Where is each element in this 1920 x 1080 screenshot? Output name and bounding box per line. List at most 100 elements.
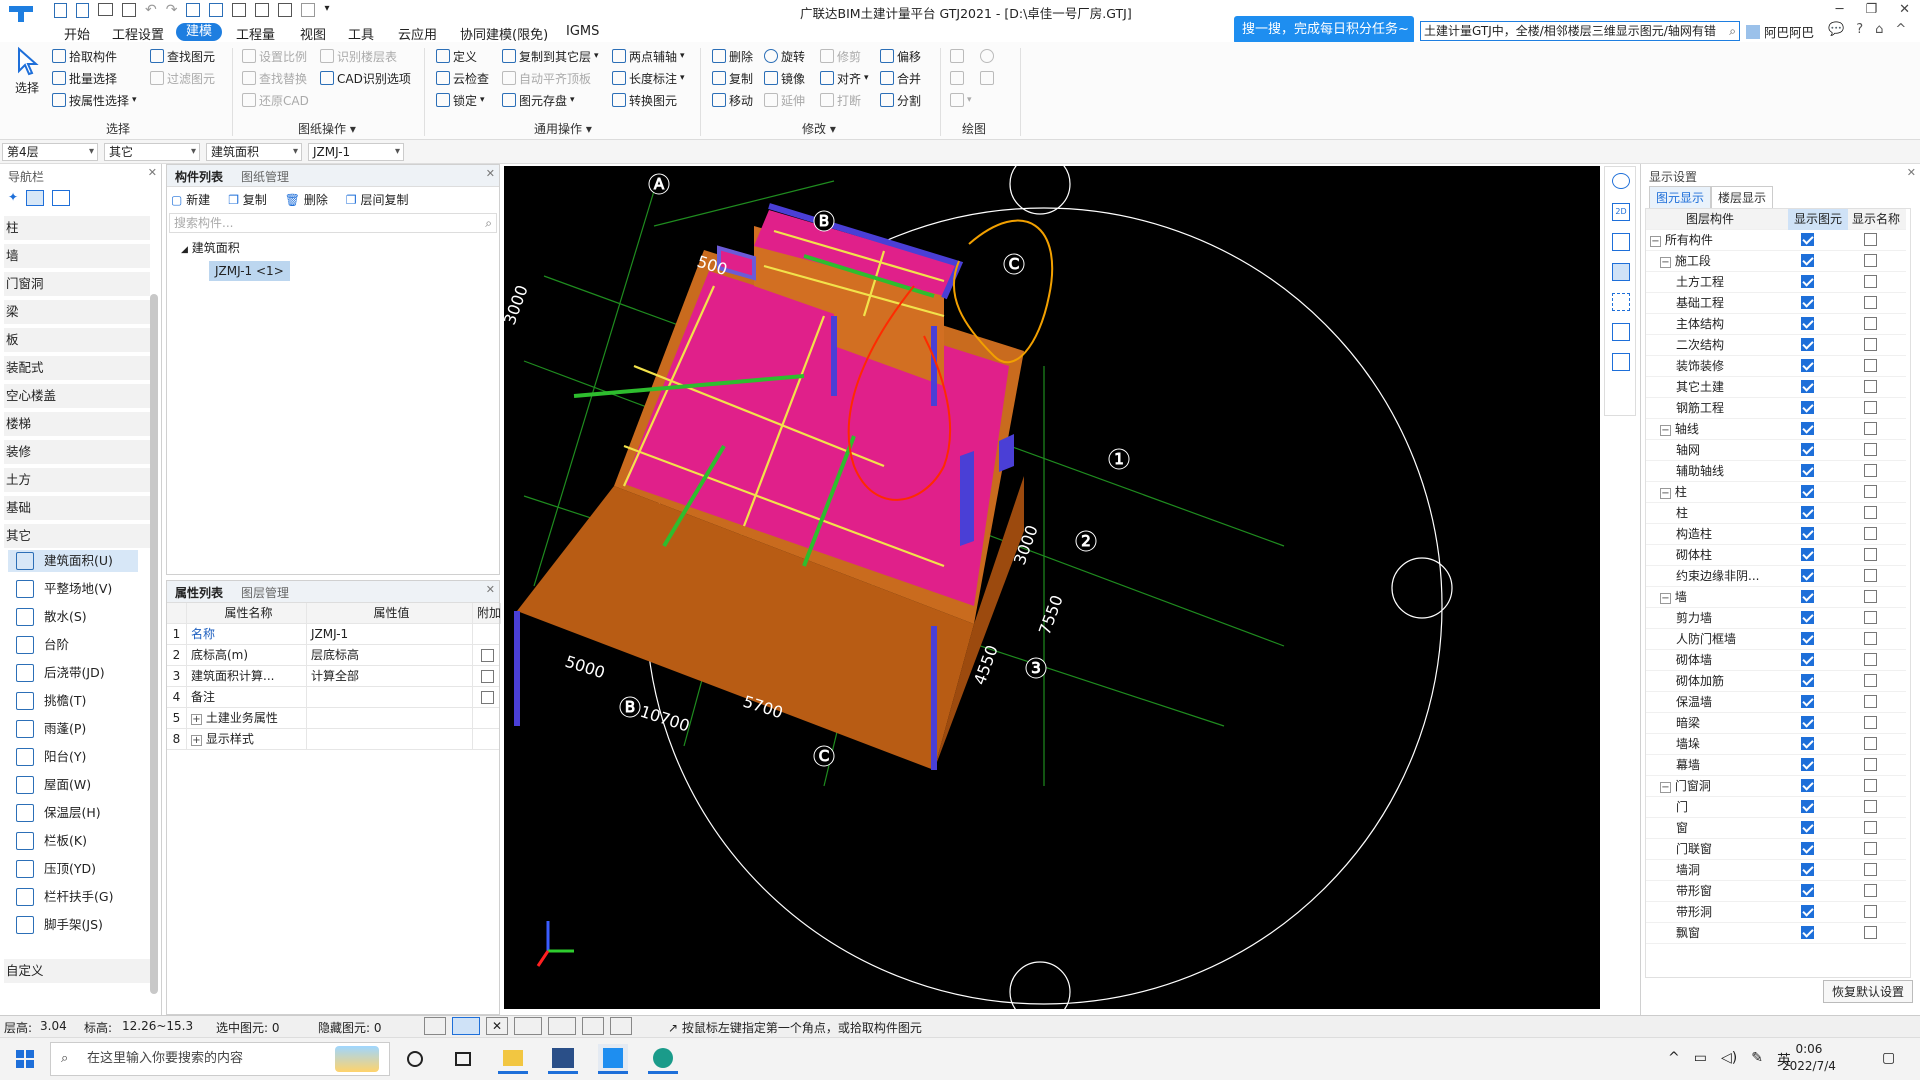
merge-button[interactable]: 合并 bbox=[880, 68, 921, 88]
show-element-checkbox[interactable] bbox=[1801, 905, 1814, 918]
show-name-checkbox[interactable] bbox=[1864, 275, 1877, 288]
show-element-checkbox[interactable] bbox=[1801, 569, 1814, 582]
show-element-checkbox[interactable] bbox=[1801, 737, 1814, 750]
promo-banner[interactable]: 搜一搜，完成每日积分任务~ bbox=[1234, 16, 1414, 44]
prop-close-icon[interactable]: ✕ bbox=[486, 583, 495, 596]
gtj-app-icon[interactable] bbox=[598, 1044, 628, 1074]
convert-element-button[interactable]: 转换图元 bbox=[612, 90, 677, 110]
collapse-icon[interactable]: − bbox=[1660, 593, 1671, 604]
show-element-checkbox[interactable] bbox=[1801, 296, 1814, 309]
display-tree-row[interactable]: 土方工程 bbox=[1646, 272, 1906, 293]
new-file-icon[interactable] bbox=[54, 3, 67, 18]
volume-icon[interactable]: ◁) bbox=[1721, 1050, 1737, 1070]
show-element-checkbox[interactable] bbox=[1801, 842, 1814, 855]
prop-value[interactable]: 计算全部 bbox=[307, 666, 473, 687]
show-element-checkbox[interactable] bbox=[1801, 716, 1814, 729]
nav-cat-prefab[interactable]: 装配式 bbox=[4, 356, 150, 380]
component-select[interactable]: JZMJ-1 bbox=[308, 143, 404, 161]
prop-row[interactable]: 2 底标高(m) 层底标高 bbox=[167, 645, 499, 666]
message-icon[interactable]: 💬 bbox=[1828, 22, 1844, 37]
list-view-icon[interactable] bbox=[26, 190, 45, 206]
show-element-checkbox[interactable] bbox=[1801, 548, 1814, 561]
display-tree-row[interactable]: 二次结构 bbox=[1646, 335, 1906, 356]
help-search-box[interactable]: 土建计量GTJ中，全楼/相邻楼层三维显示图元/轴网有错 ⌕ bbox=[1420, 21, 1740, 41]
show-name-checkbox[interactable] bbox=[1864, 695, 1877, 708]
show-name-checkbox[interactable] bbox=[1864, 233, 1877, 246]
tab-view[interactable]: 视图 bbox=[300, 24, 326, 43]
find-element-button[interactable]: 查找图元 bbox=[150, 46, 215, 66]
display-tree-row[interactable]: 人防门框墙 bbox=[1646, 629, 1906, 650]
display-tree-row[interactable]: 带形窗 bbox=[1646, 881, 1906, 902]
collapse-icon[interactable]: − bbox=[1660, 782, 1671, 793]
more-dropdown-icon[interactable]: ▾ bbox=[324, 3, 329, 18]
show-name-checkbox[interactable] bbox=[1864, 317, 1877, 330]
new-icon[interactable] bbox=[76, 3, 89, 18]
show-element-checkbox[interactable] bbox=[1801, 611, 1814, 624]
show-name-checkbox[interactable] bbox=[1864, 842, 1877, 855]
tray-expand-icon[interactable]: ^ bbox=[1668, 1050, 1680, 1070]
show-element-checkbox[interactable] bbox=[1801, 485, 1814, 498]
show-name-checkbox[interactable] bbox=[1864, 296, 1877, 309]
display-tree-row[interactable]: − 所有构件 bbox=[1646, 230, 1906, 251]
show-name-checkbox[interactable] bbox=[1864, 464, 1877, 477]
show-element-checkbox[interactable] bbox=[1801, 758, 1814, 771]
extend-button[interactable]: 延伸 bbox=[764, 90, 805, 110]
show-element-checkbox[interactable] bbox=[1801, 338, 1814, 351]
prop-row[interactable]: 3 建筑面积计算... 计算全部 bbox=[167, 666, 499, 687]
show-element-checkbox[interactable] bbox=[1801, 632, 1814, 645]
delete-component-button[interactable]: 🗑 删除 bbox=[285, 191, 328, 208]
break-button[interactable]: 打断 bbox=[820, 90, 861, 110]
show-element-checkbox[interactable] bbox=[1801, 506, 1814, 519]
display-tree-row[interactable]: 门联窗 bbox=[1646, 839, 1906, 860]
tab-modeling[interactable]: 建模 bbox=[176, 23, 223, 41]
nav-cat-door-window[interactable]: 门窗洞 bbox=[4, 272, 150, 296]
3d-viewport[interactable]: A B C 1 2 3 1 2 3 A B C 500 3000 7550 45… bbox=[504, 166, 1600, 1009]
cad-options-button[interactable]: CAD识别选项 bbox=[320, 68, 411, 88]
align-button[interactable]: 对齐 ▾ bbox=[820, 68, 869, 88]
nav-item-roof[interactable]: 屋面(W) bbox=[16, 774, 91, 796]
orbit-handle-right[interactable] bbox=[1391, 557, 1453, 619]
category-select[interactable]: 其它 bbox=[104, 143, 200, 161]
nav-item-coping[interactable]: 压顶(YD) bbox=[16, 858, 96, 880]
show-name-checkbox[interactable] bbox=[1864, 611, 1877, 624]
line-draw-button[interactable] bbox=[950, 68, 964, 88]
floor-copy-button[interactable]: ❐ 层间复制 bbox=[346, 191, 409, 208]
table-icon[interactable] bbox=[278, 3, 293, 17]
prop-value[interactable]: JZMJ-1 bbox=[307, 624, 473, 645]
user-area[interactable]: 阿巴阿巴 bbox=[1746, 22, 1814, 41]
prop-row[interactable]: 4 备注 bbox=[167, 687, 499, 708]
cross-select-icon[interactable]: ✕ bbox=[486, 1017, 508, 1035]
nav-cat-custom[interactable]: 自定义 bbox=[4, 959, 150, 983]
display-tree-row[interactable]: − 施工段 bbox=[1646, 251, 1906, 272]
2d-view-icon[interactable]: 2D bbox=[1612, 203, 1630, 221]
show-name-checkbox[interactable] bbox=[1864, 527, 1877, 540]
prop-value[interactable] bbox=[307, 687, 473, 708]
show-element-checkbox[interactable] bbox=[1801, 359, 1814, 372]
two-point-axis-button[interactable]: 两点辅轴 ▾ bbox=[612, 46, 685, 66]
display-tree-row[interactable]: 约束边缘非阴... bbox=[1646, 566, 1906, 587]
angle-icon[interactable] bbox=[514, 1017, 542, 1035]
file-explorer-icon[interactable] bbox=[498, 1044, 528, 1074]
dynamic-input-icon[interactable] bbox=[582, 1017, 604, 1035]
collapse-icon[interactable]: − bbox=[1660, 488, 1671, 499]
copy-component-button[interactable]: ❐ 复制 bbox=[228, 191, 267, 208]
prop-row[interactable]: 1 名称 JZMJ-1 bbox=[167, 624, 499, 645]
show-element-checkbox[interactable] bbox=[1801, 254, 1814, 267]
lock-button[interactable]: 锁定 ▾ bbox=[436, 90, 485, 110]
nav-cat-earthwork[interactable]: 土方 bbox=[4, 468, 150, 492]
define-button[interactable]: 定义 bbox=[436, 46, 477, 66]
pick-component-button[interactable]: 拾取构件 bbox=[52, 46, 117, 66]
nav-cat-foundation[interactable]: 基础 bbox=[4, 496, 150, 520]
3d-box-icon[interactable] bbox=[1612, 263, 1630, 281]
tab-project-settings[interactable]: 工程设置 bbox=[112, 24, 164, 43]
notification-icon[interactable]: ▢ bbox=[1882, 1050, 1895, 1066]
show-name-checkbox[interactable] bbox=[1864, 443, 1877, 456]
show-name-checkbox[interactable] bbox=[1864, 359, 1877, 372]
nav-item-balcony[interactable]: 阳台(Y) bbox=[16, 746, 86, 768]
display-settings-icon[interactable] bbox=[1612, 323, 1630, 341]
restore-icon[interactable]: ❐ bbox=[1865, 2, 1877, 17]
display-tree-row[interactable]: 窗 bbox=[1646, 818, 1906, 839]
delete-button[interactable]: 删除 bbox=[712, 46, 753, 66]
layers-icon[interactable] bbox=[255, 3, 270, 17]
display-tree-row[interactable]: 砌体墙 bbox=[1646, 650, 1906, 671]
